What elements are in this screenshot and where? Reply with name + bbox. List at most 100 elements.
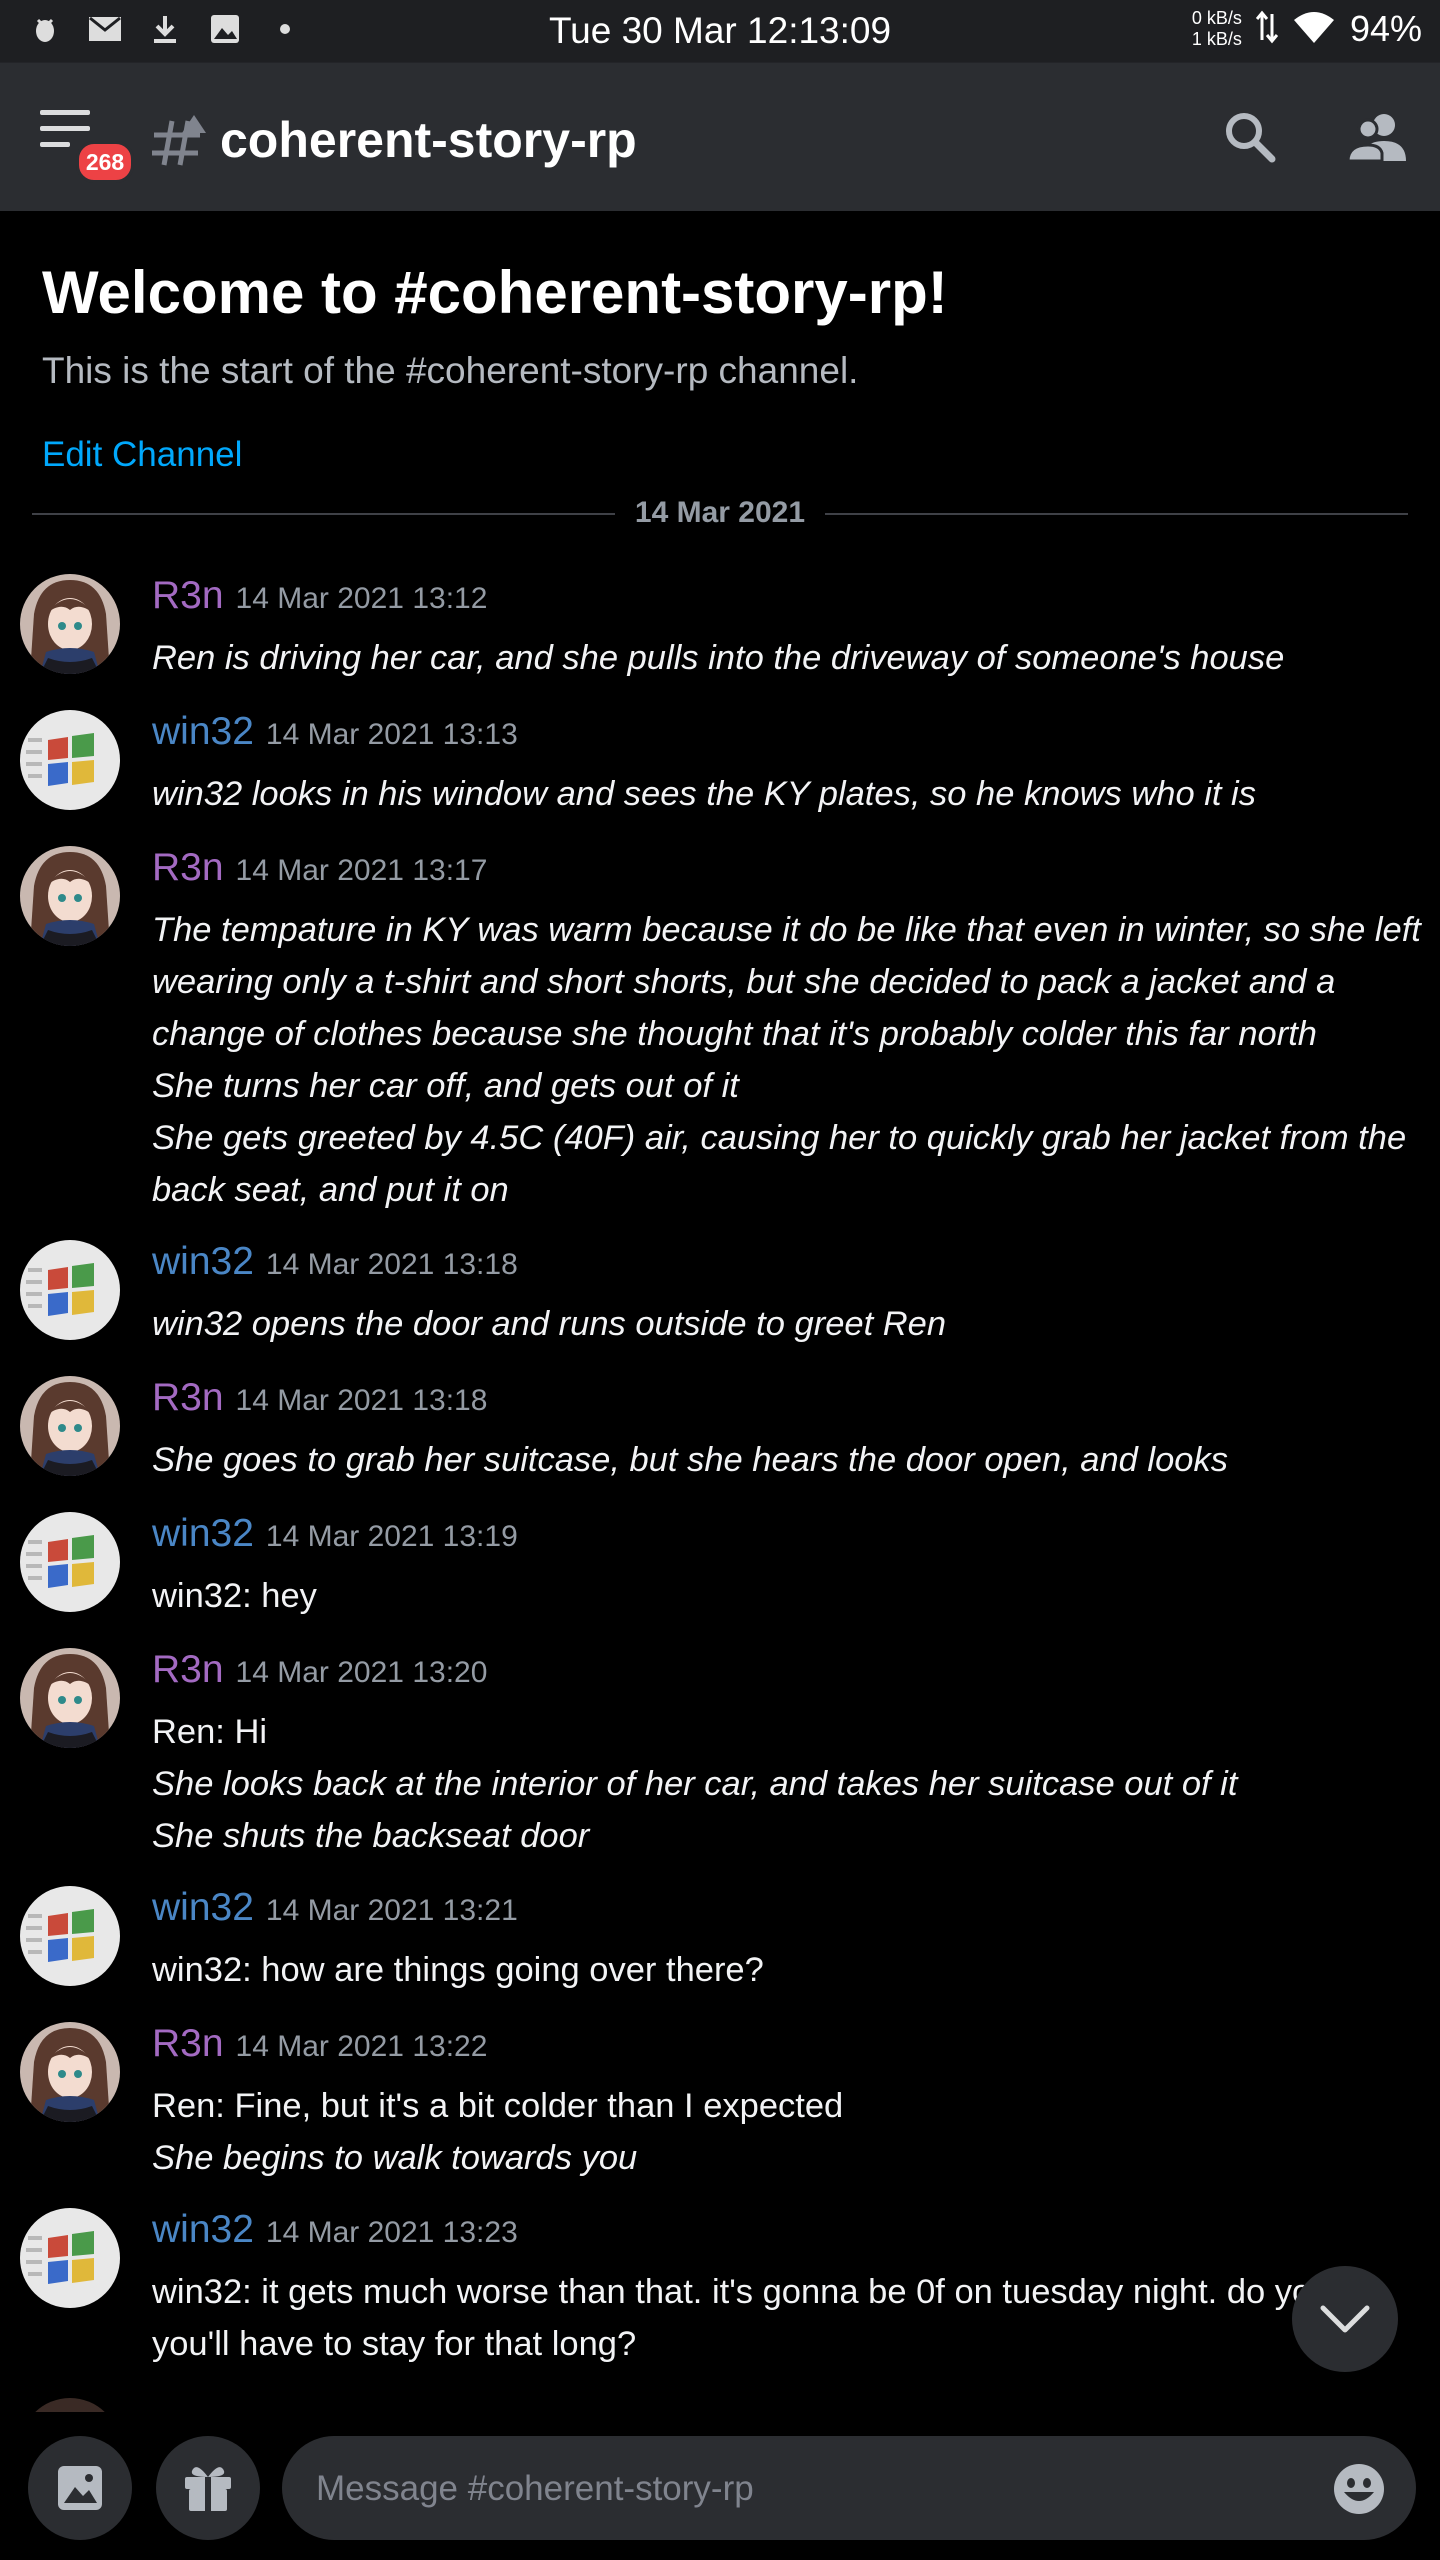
win32-avatar-image (20, 1512, 120, 1612)
battery-level: 94% (1349, 8, 1422, 49)
message-author[interactable]: R3n (152, 1648, 224, 1691)
avatar[interactable] (20, 1648, 120, 1748)
message-line: She shuts the backseat door (152, 1817, 590, 1855)
message-timestamp: 14 Mar 2021 13:18 (265, 1248, 518, 1281)
message-line: Ren is driving her car, and she pulls in… (152, 639, 1285, 677)
message-line: She turns her car off, and gets out of i… (152, 1067, 739, 1105)
welcome-title: Welcome to #coherent-story-rp! (42, 259, 948, 326)
message-header: R3n 14 Mar 2021 13:12 (152, 574, 487, 618)
message-header: win32 14 Mar 2021 13:21 (152, 1886, 518, 1930)
partial-avatar (20, 2398, 120, 2412)
emoji-button[interactable] (1332, 2462, 1386, 2516)
message-timestamp: 14 Mar 2021 13:12 (235, 582, 488, 615)
message-author[interactable]: win32 (152, 1240, 254, 1283)
date-divider: 14 Mar 2021 (614, 496, 826, 529)
message-input-container (282, 2436, 1416, 2542)
avatar[interactable] (20, 2022, 120, 2122)
message-line: Ren: Hi (152, 1713, 268, 1751)
win32-avatar-image (20, 710, 120, 810)
chevron-down-icon (1320, 2305, 1370, 2333)
message-line: wearing only a t-shirt and short shorts,… (152, 963, 1336, 1001)
message-content: She goes to grab her suitcase, but she h… (152, 1434, 1412, 1486)
members-icon (1346, 114, 1406, 163)
message-header: win32 14 Mar 2021 13:23 (152, 2208, 518, 2252)
win32-avatar-image (20, 1240, 120, 1340)
message-input[interactable] (314, 2436, 1278, 2542)
message-content: Ren: Fine, but it's a bit colder than I … (152, 2080, 1412, 2184)
message-author[interactable]: win32 (152, 2208, 254, 2251)
gift-button[interactable] (156, 2436, 260, 2540)
message-content: win32: hey (152, 1570, 1412, 1622)
message-line: win32: how are things going over there? (152, 1951, 764, 1989)
search-button[interactable] (1222, 109, 1278, 165)
message-timestamp: 14 Mar 2021 13:19 (265, 1520, 518, 1553)
message-line: She begins to walk towards you (152, 2139, 638, 2177)
message-author[interactable]: win32 (152, 1886, 254, 1929)
avatar[interactable] (20, 846, 120, 946)
message-author[interactable]: R3n (152, 2022, 224, 2065)
message-header: R3n 14 Mar 2021 13:18 (152, 1376, 487, 1420)
search-icon (1226, 113, 1276, 163)
message-line: win32 opens the door and runs outside to… (152, 1305, 947, 1343)
message-timestamp: 14 Mar 2021 13:20 (235, 1656, 488, 1689)
message-timestamp: 14 Mar 2021 13:21 (265, 1894, 518, 1927)
message-content: win32: it gets much worse than that. it'… (152, 2266, 1412, 2370)
members-button[interactable] (1346, 109, 1406, 165)
r3n-avatar-image (20, 846, 120, 946)
message-line: win32 looks in his window and sees the K… (152, 775, 1256, 813)
gift-icon (185, 2467, 231, 2511)
message-content: Ren: Hi She looks back at the interior of… (152, 1706, 1412, 1862)
jump-to-present-button[interactable] (1292, 2266, 1398, 2372)
message-timestamp: 14 Mar 2021 13:23 (265, 2216, 518, 2249)
r3n-avatar-image (20, 2022, 120, 2122)
emoji-icon (1334, 2464, 1384, 2514)
message-content: The tempature in KY was warm because it … (152, 904, 1421, 1216)
r3n-avatar-image (20, 1376, 120, 1476)
message-line: win32: it gets much worse than that. it'… (152, 2273, 1312, 2311)
attach-image-button[interactable] (28, 2436, 132, 2540)
win32-avatar-image (20, 1886, 120, 1986)
message-header: R3n 14 Mar 2021 13:17 (152, 846, 487, 890)
avatar[interactable] (20, 710, 120, 810)
message-line: She goes to grab her suitcase, but she h… (152, 1441, 1228, 1479)
message-line: She looks back at the interior of her ca… (152, 1765, 1238, 1803)
edit-channel-link[interactable]: Edit Channel (42, 435, 242, 475)
r3n-avatar-image (20, 1648, 120, 1748)
message-line: win32: hey (152, 1577, 317, 1615)
notification-badge: 268 (76, 141, 134, 183)
avatar[interactable] (20, 1240, 120, 1340)
welcome-subtitle: This is the start of the #coherent-story… (42, 350, 859, 391)
channel-hash-icon (150, 113, 208, 171)
message-line: change of clothes because she thought th… (152, 1015, 1317, 1053)
message-content: win32 looks in his window and sees the K… (152, 768, 1412, 820)
message-author[interactable]: R3n (152, 1376, 224, 1419)
avatar[interactable] (20, 1886, 120, 1986)
image-icon (58, 2466, 102, 2510)
message-author[interactable]: win32 (152, 710, 254, 753)
avatar[interactable] (20, 1376, 120, 1476)
r3n-avatar-image (20, 574, 120, 674)
message-author[interactable]: R3n (152, 846, 224, 889)
channel-header: coherent-story-rp (0, 62, 1440, 211)
avatar[interactable] (20, 574, 120, 674)
message-header: R3n 14 Mar 2021 13:20 (152, 1648, 487, 1692)
message-line: The tempature in KY was warm because it … (152, 911, 1421, 949)
message-header: win32 14 Mar 2021 13:13 (152, 710, 518, 754)
message-header: win32 14 Mar 2021 13:18 (152, 1240, 518, 1284)
message-author[interactable]: R3n (152, 574, 224, 617)
data-transfer-icon (1255, 10, 1279, 49)
status-bar: Tue 30 Mar 12:13:09 0 kB/s 1 kB/s 94% (0, 0, 1440, 62)
message-line: Ren: Fine, but it's a bit colder than I … (152, 2087, 844, 2125)
message-line: you'll have to stay for that long? (152, 2325, 637, 2363)
win32-avatar-image (20, 2208, 120, 2308)
message-header: R3n 14 Mar 2021 13:22 (152, 2022, 487, 2066)
message-content: win32: how are things going over there? (152, 1944, 1412, 1996)
message-timestamp: 14 Mar 2021 13:18 (235, 1384, 488, 1417)
message-content: Ren is driving her car, and she pulls in… (152, 632, 1412, 684)
avatar[interactable] (20, 2208, 120, 2308)
avatar[interactable] (20, 1512, 120, 1612)
network-speed: 0 kB/s 1 kB/s (1191, 8, 1242, 49)
message-content: win32 opens the door and runs outside to… (152, 1298, 1412, 1350)
message-timestamp: 14 Mar 2021 13:13 (265, 718, 518, 751)
message-author[interactable]: win32 (152, 1512, 254, 1555)
